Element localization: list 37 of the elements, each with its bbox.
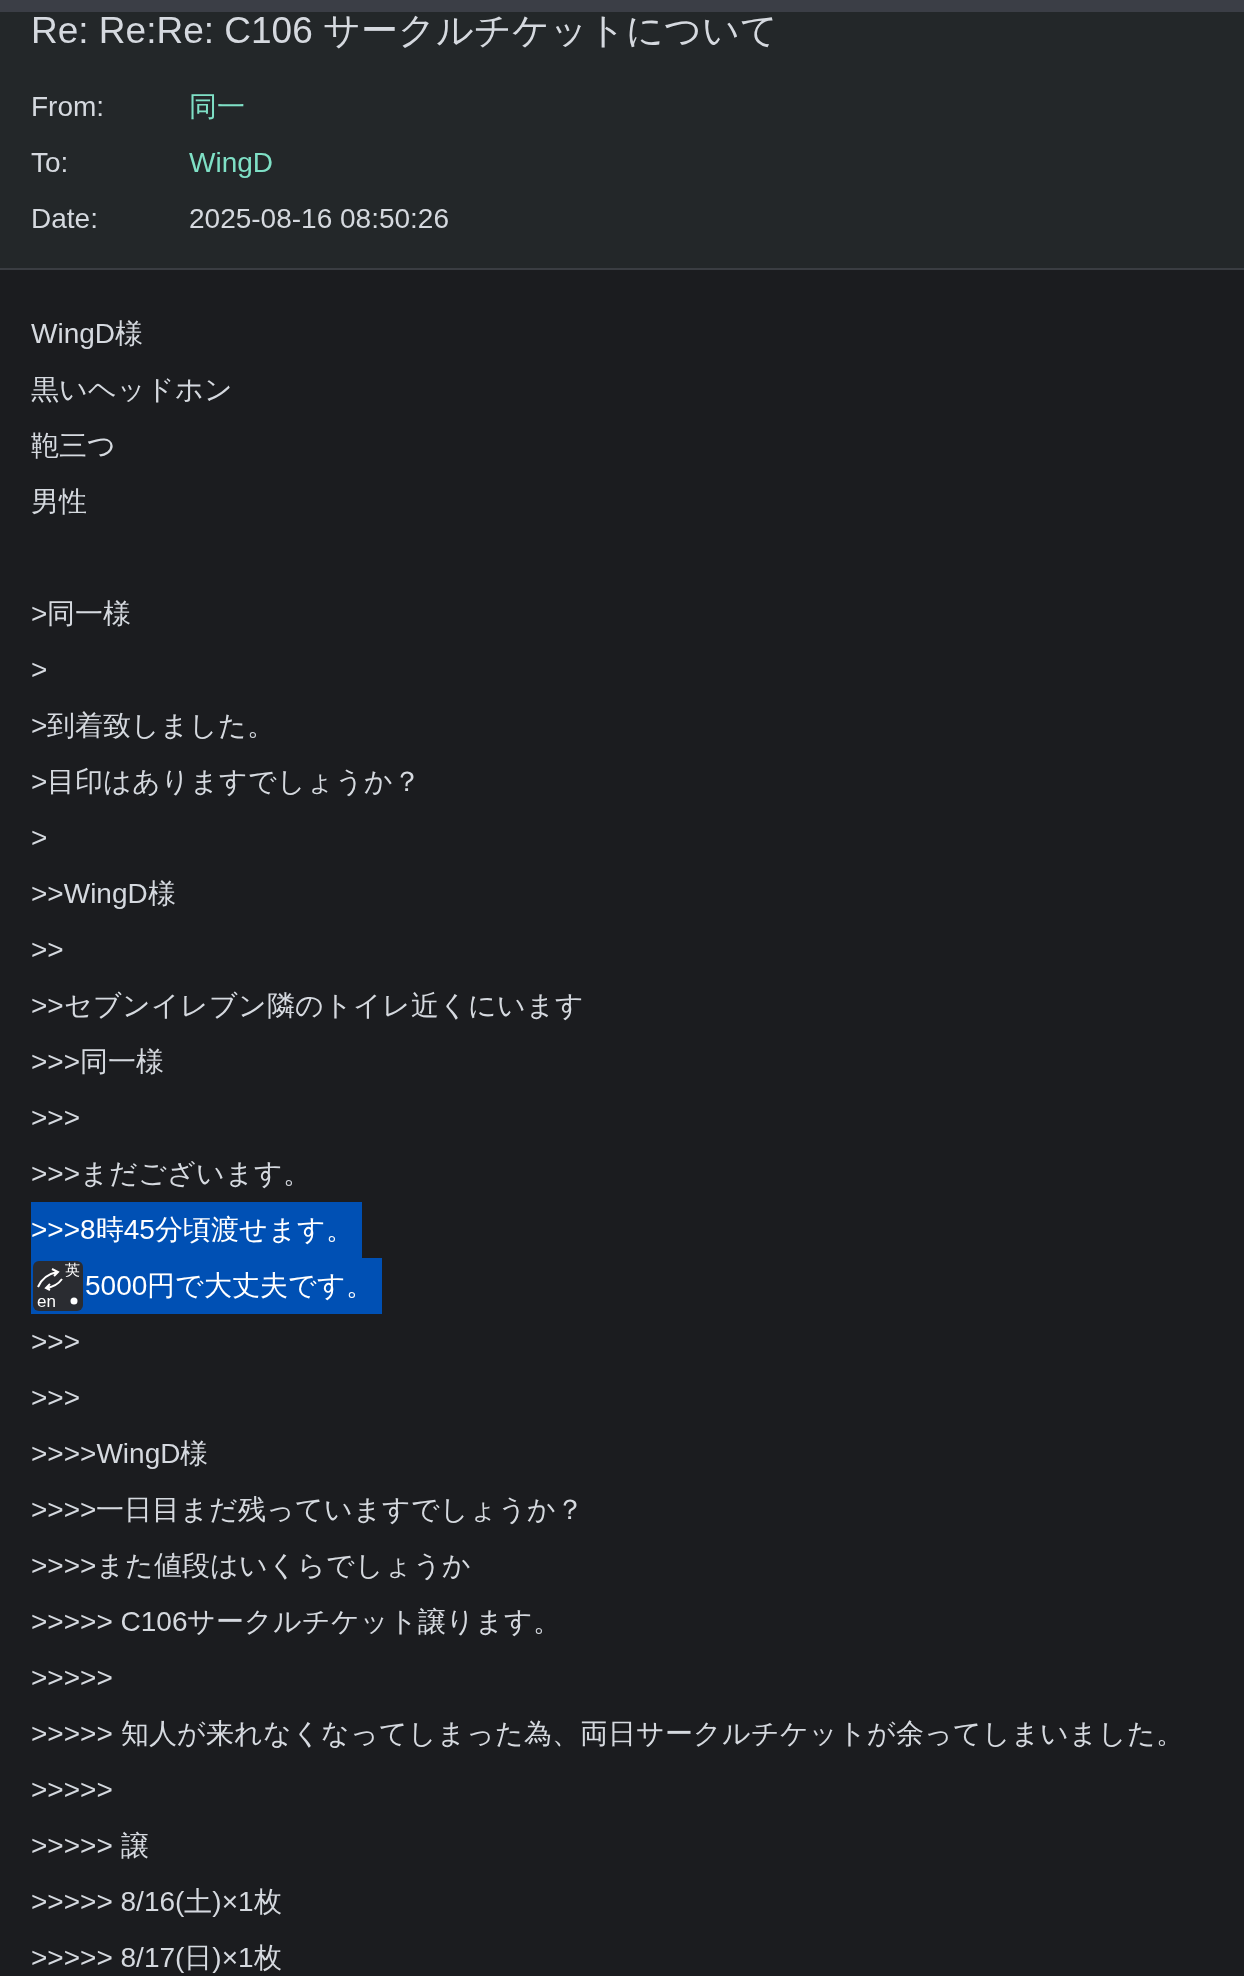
body-line: 男性 [31,485,87,519]
body-line: >到着致しました。 [31,709,276,743]
body-line: >>WingD様 [31,877,176,911]
body-line: >同一様 [31,597,132,631]
body-line: >>>まだございます。 [31,1157,312,1191]
body-line: WingD様 [31,317,143,351]
subject-title: Re: Re:Re: C106 サークルチケットについて [31,12,780,53]
body-line: >>>>> 8/16(土)×1枚 [31,1885,282,1919]
contact-link[interactable]: 同一 [189,88,245,126]
body-line: 鞄三つ [31,429,116,463]
body-line: >>>>> 8/17(日)×1枚 [31,1941,282,1975]
body-line: >>>>> C106サークルチケット譲ります。 [31,1605,562,1639]
body-line: > [31,653,48,687]
body-line: >>> [31,1101,81,1135]
contact-link[interactable]: WingD [189,147,273,179]
body-line: >>>>> [31,1661,113,1695]
body-line: >目印はありますでしょうか？ [31,765,422,799]
ime-indicator[interactable]: 英 en [33,1261,83,1311]
header-value: 2025-08-16 08:50:26 [189,203,449,235]
swap-arrows-icon [35,1267,65,1291]
body-line: >>>>> [31,1773,113,1807]
header-label: To: [31,147,70,179]
body-line: >>>>一日目まだ残っていますでしょうか？ [31,1493,585,1527]
body-line: >> [31,933,64,967]
body-line: > [31,821,48,855]
header-label: Date: [31,203,99,235]
body-line: >>セブンイレブン隣のトイレ近くにいます [31,989,584,1023]
body-line: >>>>> 譲 [31,1829,149,1863]
header-label: From: [31,91,106,123]
body-line: >>> [31,1381,81,1415]
body-line: >>>>> 知人が来れなくなってしまった為、両日サークルチケットが余ってしまいました。 [31,1717,1184,1751]
body-line: 黒いヘッドホン [31,373,233,407]
dot-icon [70,1297,78,1305]
body-line: >>> [31,1325,81,1359]
body-line: >>>同一様 [31,1045,165,1079]
body-line: >>>>また値段はいくらでしょうか [31,1549,472,1583]
body-line: >>>>WingD様 [31,1437,209,1471]
